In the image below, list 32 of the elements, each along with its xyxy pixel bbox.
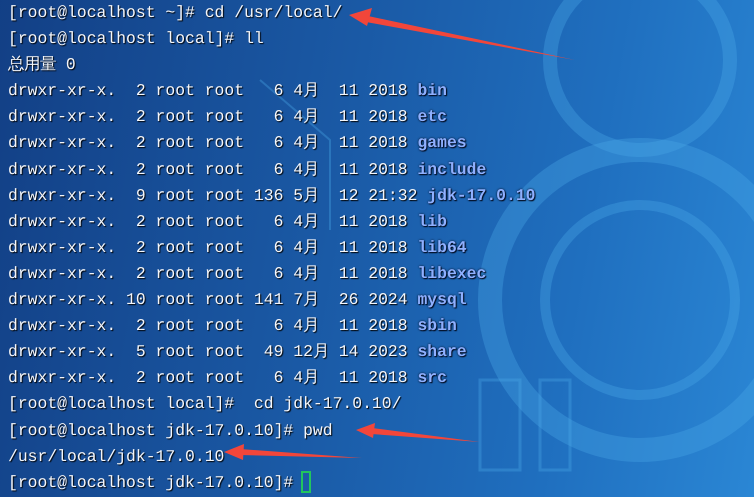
file-info: drwxr-xr-x. 2 root root 6 4月 11 2018 (8, 236, 408, 259)
directory-name: sbin (417, 315, 457, 338)
terminal-line: [root@localhost local]# ll (8, 28, 264, 50)
file-info: drwxr-xr-x. 2 root root 6 4月 11 2018 (8, 367, 408, 390)
prompt-text: [root@localhost jdk-17.0.10]# (8, 472, 294, 494)
file-info: drwxr-xr-x. 5 root root 49 12月 14 2023 (8, 341, 408, 364)
directory-name: lib (417, 210, 447, 233)
file-info: drwxr-xr-x. 2 root root 6 4月 11 2018 (8, 315, 408, 338)
terminal-line: [root@localhost ~]# cd /usr/local/ (8, 2, 342, 24)
directory-name: lib64 (417, 236, 467, 259)
terminal-line: 总用量 0 (8, 54, 76, 76)
file-info: drwxr-xr-x. 2 root root 6 4月 11 2018 (8, 80, 408, 102)
directory-name: include (417, 158, 486, 181)
directory-name: etc (417, 106, 447, 128)
terminal-line: [root@localhost jdk-17.0.10]# pwd (8, 420, 333, 442)
file-info: drwxr-xr-x. 9 root root 136 5月 12 21:32 (8, 184, 418, 207)
directory-name: jdk-17.0.10 (427, 184, 536, 207)
terminal-line: /usr/local/jdk-17.0.10 (8, 446, 224, 468)
directory-name: src (417, 367, 447, 390)
terminal-line: [root@localhost local]# cd jdk-17.0.10/ (8, 393, 402, 416)
directory-name: games (417, 132, 467, 154)
file-info: drwxr-xr-x. 2 root root 6 4月 11 2018 (8, 106, 408, 128)
directory-name: mysql (417, 289, 467, 312)
directory-name: share (417, 341, 467, 364)
file-info: drwxr-xr-x. 2 root root 6 4月 11 2018 (8, 158, 408, 181)
file-info: drwxr-xr-x. 2 root root 6 4月 11 2018 (8, 262, 408, 285)
directory-name: libexec (417, 262, 486, 285)
file-info: drwxr-xr-x. 2 root root 6 4月 11 2018 (8, 210, 408, 233)
text-cursor (301, 471, 312, 494)
file-info: drwxr-xr-x. 2 root root 6 4月 11 2018 (8, 132, 408, 154)
directory-name: bin (417, 80, 447, 102)
file-info: drwxr-xr-x. 10 root root 141 7月 26 2024 (8, 289, 408, 312)
